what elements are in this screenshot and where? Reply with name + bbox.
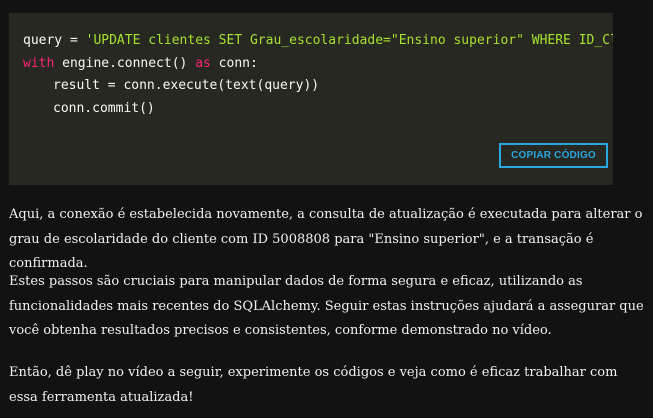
code-text: engine.connect() xyxy=(54,55,196,71)
code-content: query = 'UPDATE clientes SET Grau_escola… xyxy=(23,30,613,120)
code-keyword-as: as xyxy=(195,55,211,71)
code-text: conn.commit() xyxy=(53,100,155,116)
code-line-4: conn.commit() xyxy=(23,98,613,121)
code-line-3: result = conn.execute(text(query)) xyxy=(23,75,613,98)
code-line-2: with engine.connect() as conn: xyxy=(23,53,613,76)
code-text: query = xyxy=(23,33,86,48)
code-line-1: query = 'UPDATE clientes SET Grau_escola… xyxy=(23,30,613,53)
code-text: conn: xyxy=(210,55,258,71)
code-keyword-with: with xyxy=(23,55,55,71)
article-page: query = 'UPDATE clientes SET Grau_escola… xyxy=(0,0,653,418)
code-text: result = conn.execute(text(query)) xyxy=(53,78,320,93)
code-string: 'UPDATE clientes SET Grau_escolaridade="… xyxy=(85,33,613,48)
copy-code-button[interactable]: COPIAR CÓDIGO xyxy=(499,143,608,168)
paragraph-video-call-to-action: Então, dê play no vídeo a seguir, experi… xyxy=(9,365,618,405)
paragraph-steps-importance: Estes passos são cruciais para manipular… xyxy=(9,274,644,338)
paragraph-connection-explanation: Aqui, a conexão é estabelecida novamente… xyxy=(9,207,643,271)
code-block: query = 'UPDATE clientes SET Grau_escola… xyxy=(9,13,613,185)
